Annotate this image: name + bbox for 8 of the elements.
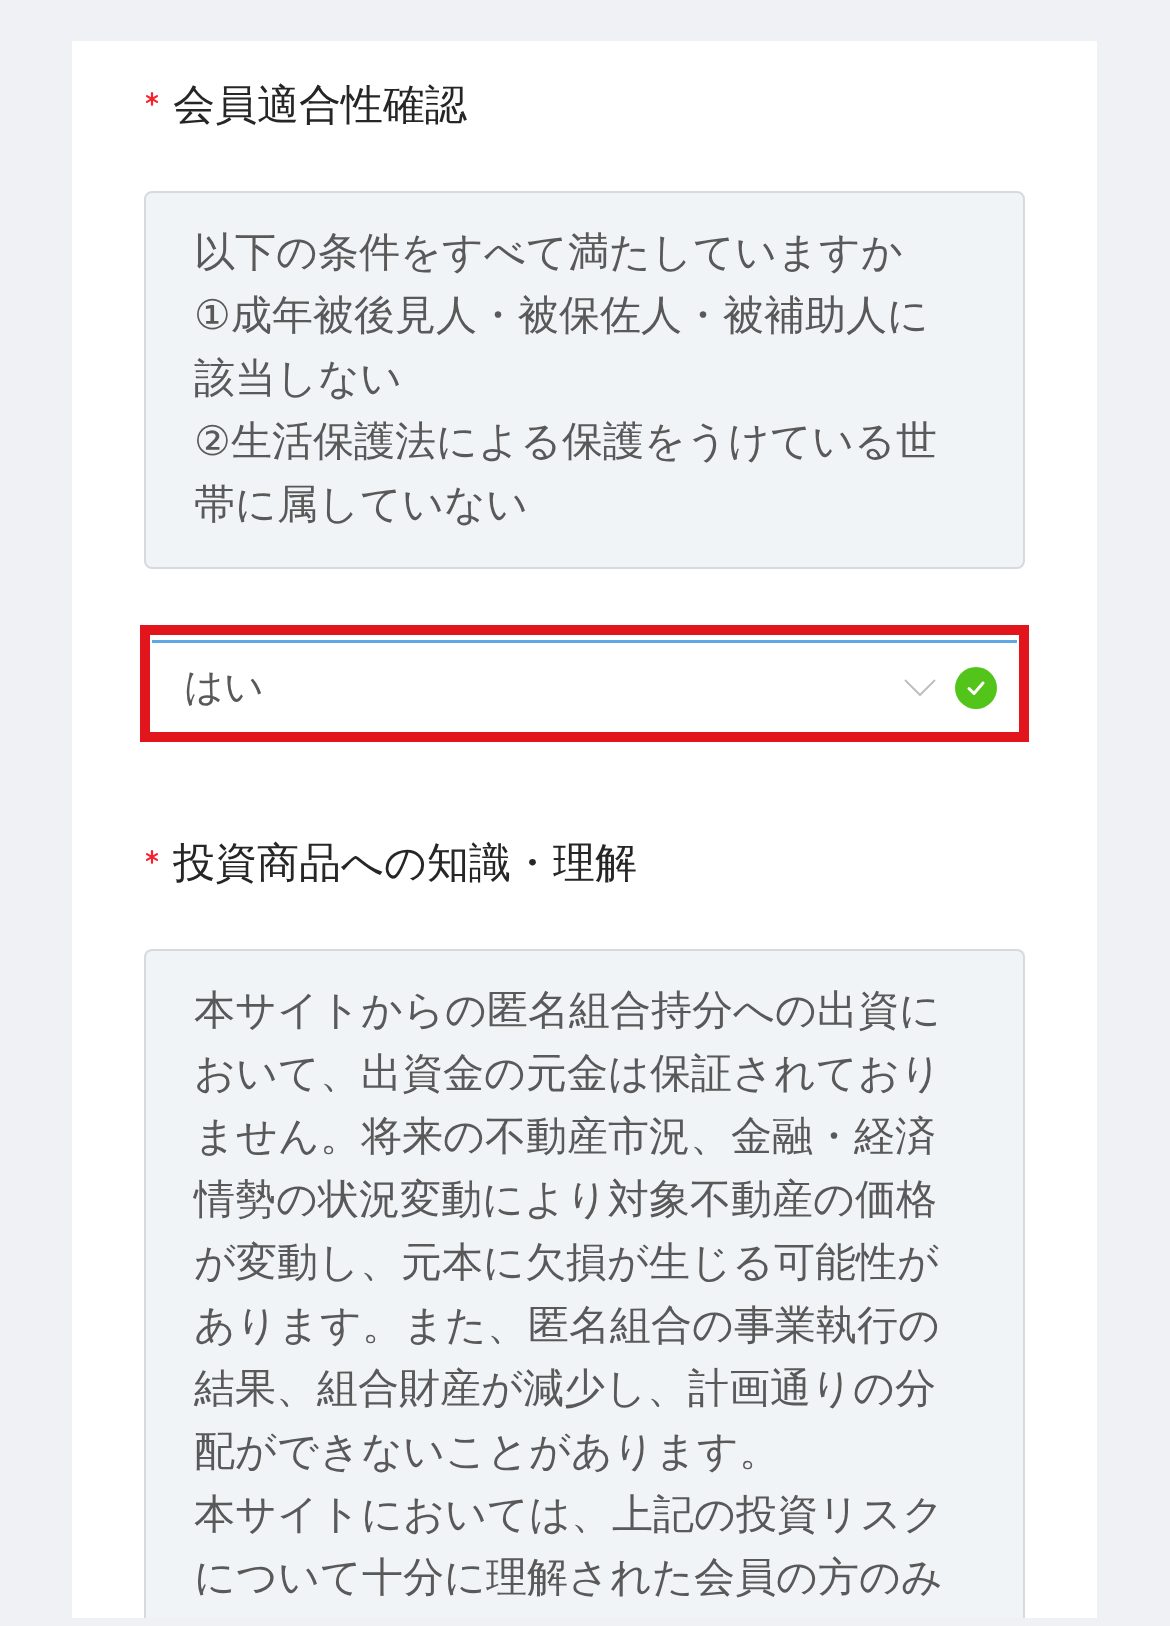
notice-text: 本サイトからの匿名組合持分への出資において、出資金の元金は保証されておりません。将来の不動産市況、金融・経済情勢の状況変動により対象不動産の価格が変動し、元本に欠損が生じる可能性があります。また、匿名組合の事業執行の結果、組合財産が減少し、計画通りの分配ができないことがあります。 <box>194 985 943 1477</box>
field-label: 投資商品への知識・理解 <box>173 838 637 888</box>
chevron-down-icon[interactable] <box>904 679 936 696</box>
field-label: 会員適合性確認 <box>173 80 467 130</box>
notice-text: 本サイトにおいては、上記の投資リスクについて十分に理解された会員の方のみ <box>194 1489 945 1603</box>
notice-text: 以下の条件をすべて満たしていますか <box>194 227 904 278</box>
notice-text: ②生活保護法による保護をうけている世帯に属していない <box>194 416 938 530</box>
notice-text: ①成年被後見人・被保佐人・被補助人に該当しない <box>194 290 930 404</box>
